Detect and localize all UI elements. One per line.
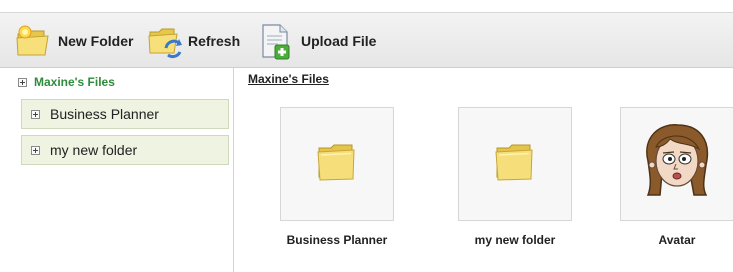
refresh-button[interactable]: Refresh — [146, 13, 240, 68]
folder-icon — [492, 139, 538, 190]
tree-item-label: Business Planner — [50, 106, 159, 122]
tree-root-item[interactable]: Maxine's Files — [18, 75, 115, 89]
tile-label[interactable]: Business Planner — [280, 233, 394, 247]
avatar-image — [632, 117, 722, 212]
upload-file-label: Upload File — [301, 32, 377, 49]
expand-icon[interactable] — [31, 109, 40, 119]
new-folder-button[interactable]: New Folder — [14, 13, 133, 68]
upload-file-button[interactable]: Upload File — [258, 13, 376, 68]
tile-label[interactable]: my new folder — [458, 233, 572, 247]
toolbar: New Folder Refresh Upload File — [0, 13, 733, 68]
tree-item-label: my new folder — [50, 142, 138, 158]
refresh-icon — [146, 22, 184, 60]
new-folder-icon — [14, 22, 52, 60]
tree-root-label: Maxine's Files — [34, 75, 115, 89]
upload-file-icon — [258, 21, 292, 61]
tile-avatar[interactable] — [620, 107, 733, 221]
tile-label[interactable]: Avatar — [620, 233, 733, 247]
tile-business-planner[interactable] — [280, 107, 394, 221]
new-folder-label: New Folder — [58, 32, 134, 49]
folder-icon — [314, 139, 360, 190]
tile-my-new-folder[interactable] — [458, 107, 572, 221]
refresh-label: Refresh — [188, 32, 241, 49]
tree-item-my-new-folder[interactable]: my new folder — [21, 135, 229, 165]
expand-icon[interactable] — [18, 77, 27, 87]
tree-item-business-planner[interactable]: Business Planner — [21, 99, 229, 129]
breadcrumb[interactable]: Maxine's Files — [248, 72, 329, 86]
expand-icon[interactable] — [31, 145, 40, 155]
top-strip — [0, 0, 733, 13]
